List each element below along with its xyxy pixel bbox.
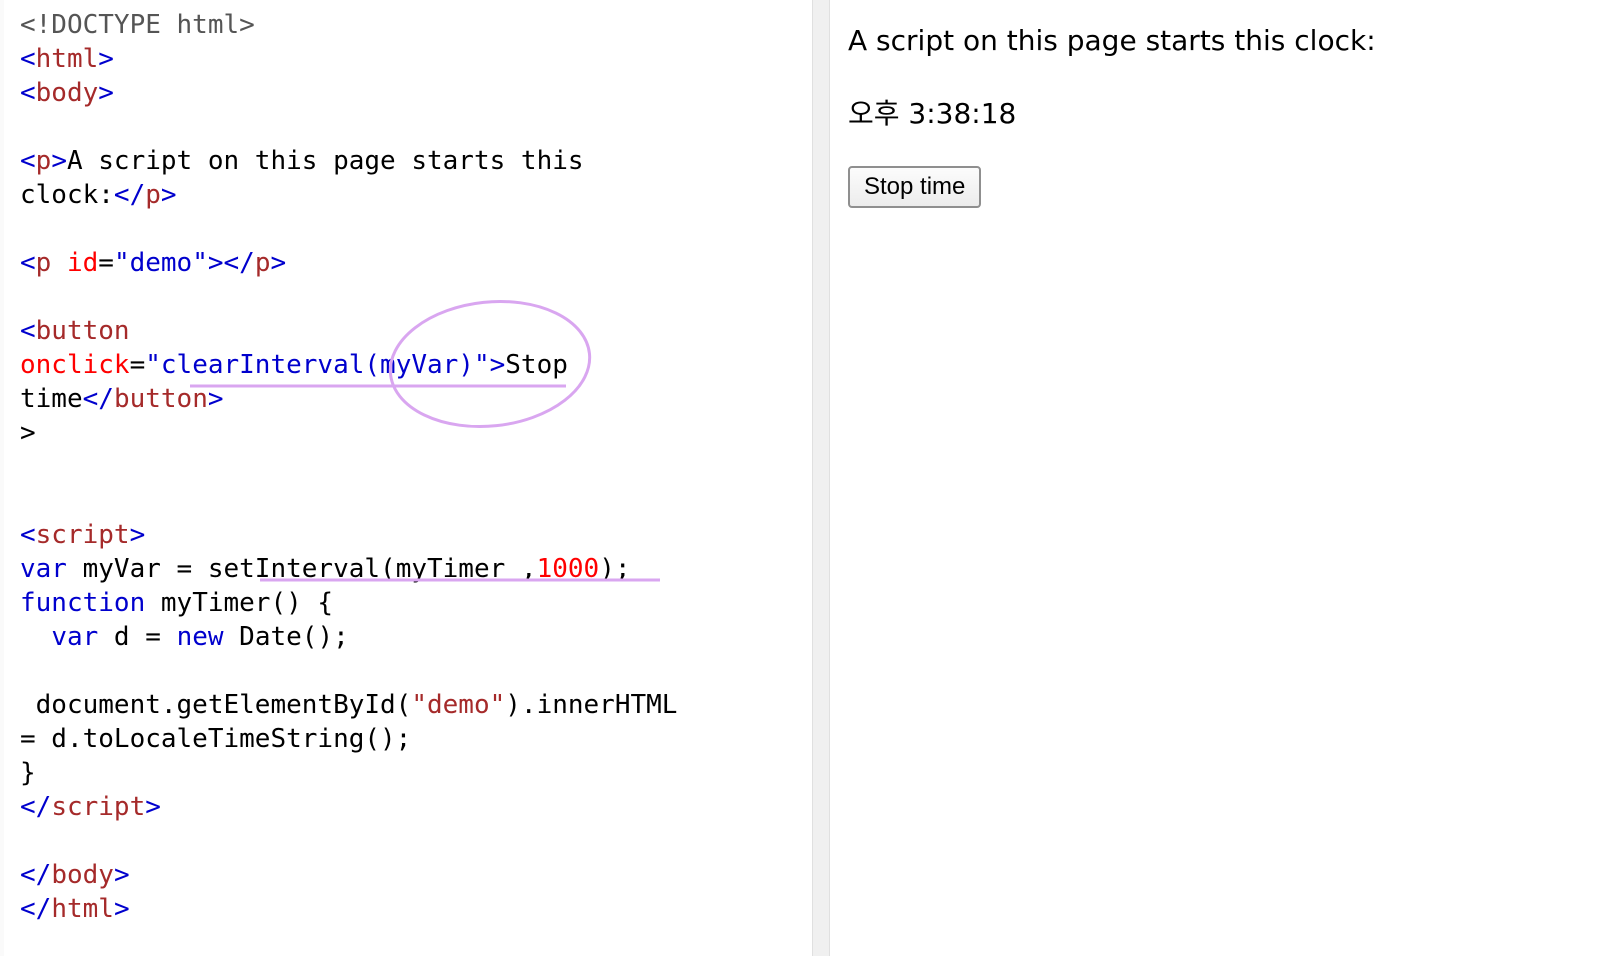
code-line: clock:</p>: [20, 178, 677, 212]
code-token: = d.toLocaleTimeString();: [20, 724, 412, 754]
code-token: <: [20, 248, 36, 278]
code-token: Stop: [505, 350, 568, 380]
code-token: new: [176, 622, 224, 652]
code-line: <body>: [20, 76, 677, 110]
code-line: document.getElementById("demo").innerHTM…: [20, 688, 678, 722]
code-token: >: [207, 384, 224, 414]
code-token: <: [20, 44, 36, 74]
code-token: >: [51, 146, 67, 176]
code-token: </: [113, 180, 146, 210]
code-line: <html>: [20, 42, 677, 76]
code-token: button: [35, 316, 130, 346]
code-token: document.getElementById(: [20, 690, 412, 720]
code-token: A script on this page starts this: [66, 146, 584, 176]
code-token: html: [35, 44, 99, 74]
code-token: <: [20, 520, 36, 550]
code-token: var: [20, 554, 67, 584]
code-line: <p>A script on this page starts this: [20, 144, 677, 178]
code-token: "demo": [411, 690, 506, 720]
code-line: onclick="clearInterval(myVar)">Stop: [20, 348, 677, 382]
stop-time-button[interactable]: Stop time: [848, 166, 982, 208]
code-token: p: [35, 248, 52, 278]
result-pane: A script on this page starts this clock:…: [830, 0, 1606, 956]
code-token: script: [51, 792, 146, 822]
code-editor-pane[interactable]: <!DOCTYPE html> <html> <body> <p>A script o…: [4, 0, 813, 956]
code-token: </: [20, 894, 52, 924]
pane-divider[interactable]: [812, 0, 830, 956]
code-line: </body>: [20, 858, 677, 892]
code-token: d =: [98, 622, 177, 652]
code-token: onclick: [20, 350, 130, 380]
code-line: <button: [20, 314, 677, 348]
code-token: <: [20, 316, 36, 346]
code-token: >: [113, 860, 130, 890]
code-token: =: [129, 350, 146, 380]
code-token: <: [20, 78, 36, 108]
code-token: >: [129, 520, 146, 550]
code-token: >: [489, 350, 506, 380]
code-token: Date();: [223, 622, 349, 652]
code-token: id: [66, 248, 99, 278]
code-token: function: [20, 588, 146, 618]
code-token: <: [20, 146, 36, 176]
code-token: body: [35, 78, 99, 108]
code-line: }: [20, 756, 677, 790]
code-token: script: [35, 520, 130, 550]
code-token: myTimer() {: [145, 588, 334, 618]
code-token: >: [145, 792, 161, 822]
code-token: html: [51, 894, 114, 924]
code-token: >: [98, 78, 114, 108]
code-token: p: [35, 146, 52, 176]
code-token: button: [113, 384, 208, 414]
code-line: <!DOCTYPE html>: [20, 8, 677, 42]
code-token: </: [20, 860, 52, 890]
code-line: </html>: [20, 892, 677, 926]
code-token: 1000: [536, 554, 600, 584]
source-code[interactable]: <!DOCTYPE html> <html> <body> <p>A script o…: [20, 8, 677, 926]
code-line: <script>: [20, 518, 677, 552]
code-token: >: [160, 180, 177, 210]
code-line: </script>: [20, 790, 677, 824]
code-token: >: [113, 894, 130, 924]
code-token: "demo": [113, 248, 208, 278]
code-token: >: [270, 248, 287, 278]
code-token: clock:: [20, 180, 114, 210]
code-token: >: [20, 418, 36, 448]
code-token: ).innerHTML: [505, 690, 678, 720]
code-token: ></: [207, 248, 255, 278]
code-token: =: [98, 248, 114, 278]
code-token: p: [145, 180, 161, 210]
clock-display: 오후 3:38:18: [848, 97, 1017, 130]
intro-paragraph: A script on this page starts this clock:: [848, 24, 1376, 57]
code-token: "clearInterval(myVar)": [145, 350, 490, 380]
code-line: >: [20, 416, 677, 450]
code-token: </: [20, 792, 52, 822]
code-token: myVar = setInterval(myTimer ,: [66, 554, 537, 584]
code-token: p: [254, 248, 271, 278]
code-line: <p id="demo"></p>: [20, 246, 677, 280]
code-token: );: [599, 554, 631, 584]
code-token: </: [82, 384, 114, 414]
code-line: var myVar = setInterval(myTimer ,1000);: [20, 552, 677, 586]
code-token: >: [98, 44, 114, 74]
code-token: }: [20, 758, 36, 788]
code-token: body: [51, 860, 114, 890]
code-line: function myTimer() {: [20, 586, 677, 620]
code-line: time</button>: [20, 382, 677, 416]
code-token: <!DOCTYPE html>: [20, 10, 255, 40]
code-line: = d.toLocaleTimeString();: [20, 722, 677, 756]
code-line: var d = new Date();: [20, 620, 677, 654]
code-token: var: [51, 622, 99, 652]
code-token: time: [20, 384, 83, 414]
